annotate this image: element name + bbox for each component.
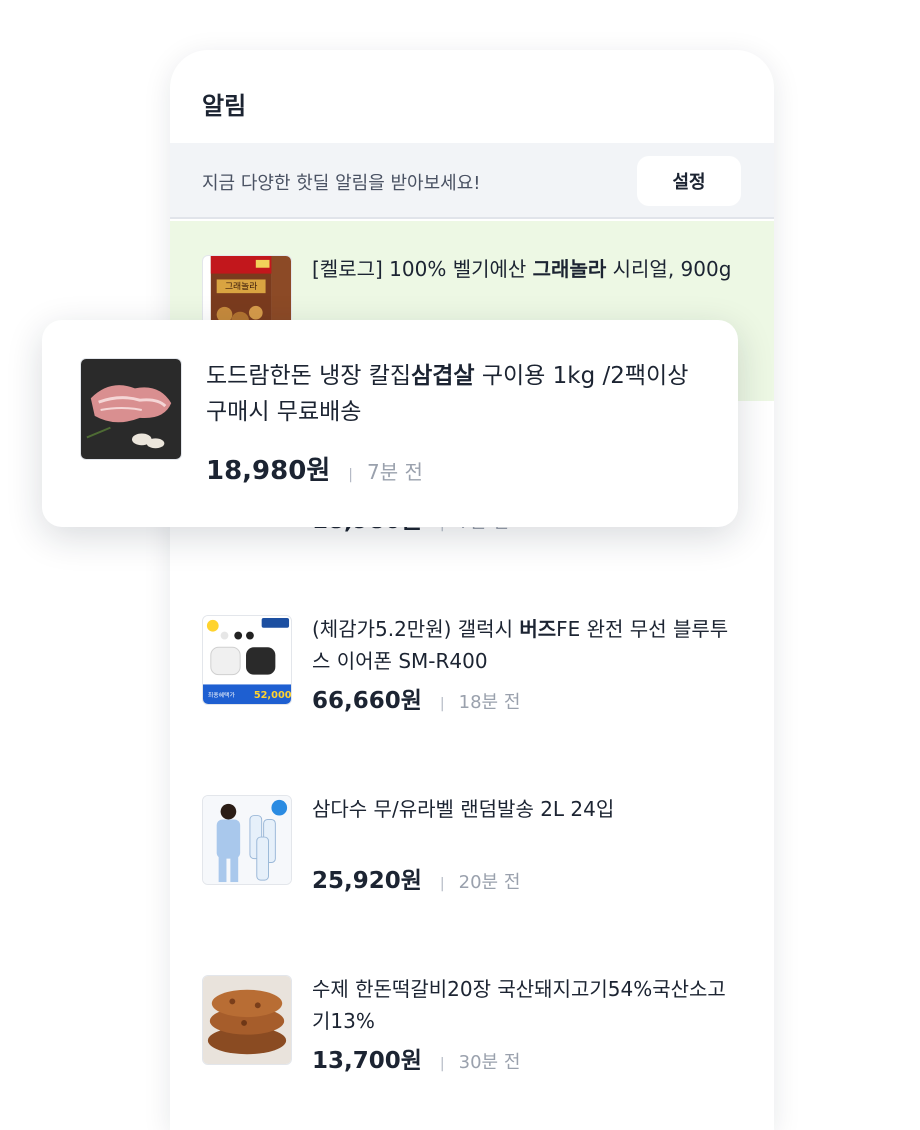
pork-belly-image (80, 358, 182, 460)
title-keyword: 삼겹살 (411, 363, 475, 389)
price: 25,920원 (312, 868, 422, 894)
price-row: 18,980원 | 7분 전 (206, 450, 423, 487)
notification-item-water[interactable]: 삼다수 무/유라벨 랜덤발송 2L 24입 25,920원 | 20분 전 (170, 761, 774, 941)
time-ago: 7분 전 (366, 460, 423, 484)
separator: | (439, 1056, 445, 1072)
separator: | (439, 696, 445, 712)
water-bottles-image (202, 795, 292, 885)
title-text: 시리얼, 900g (606, 257, 732, 281)
notification-screen: 알림 지금 다양한 핫딜 알림을 받아보세요! 설정 그래놀라 [켈로그] 10… (170, 50, 774, 1130)
title-keyword: 버즈 (519, 617, 557, 641)
price: 66,660원 (312, 688, 422, 714)
notification-title: (체감가5.2만원) 갤럭시 버즈FE 완전 무선 블루투스 이어폰 SM-R4… (312, 613, 742, 677)
time-ago: 18분 전 (458, 692, 521, 713)
separator: | (348, 467, 353, 483)
earbuds-image: 최종혜택가 52,000 (202, 615, 292, 705)
notification-title: 수제 한돈떡갈비20장 국산돼지고기54%국산소고기13% (312, 973, 742, 1037)
price-row: 25,920원 | 20분 전 (312, 861, 520, 895)
banner-text: 지금 다양한 핫딜 알림을 받아보세요! (202, 173, 481, 194)
title-text: 삼다수 무/유라벨 랜덤발송 2L 24입 (312, 797, 615, 821)
settings-button[interactable]: 설정 (637, 156, 741, 206)
price-row: 66,660원 | 18분 전 (312, 681, 520, 715)
box-text: 그래놀라 (225, 281, 257, 292)
notification-item-earbuds[interactable]: 최종혜택가 52,000 (체감가5.2만원) 갤럭시 버즈FE 완전 무선 블… (170, 581, 774, 761)
time-ago: 30분 전 (458, 1052, 521, 1073)
alert-promo-banner: 지금 다양한 핫딜 알림을 받아보세요! 설정 (170, 143, 774, 219)
tteokgalbi-image (202, 975, 292, 1065)
promo-label: 최종혜택가 (208, 691, 236, 699)
push-notification-card[interactable]: 도드람한돈 냉장 칼집삼겹살 구이용 1kg /2팩이상 구매시 무료배송 18… (42, 320, 738, 527)
title-text: (체감가5.2만원) 갤럭시 (312, 617, 520, 641)
notification-title: [켈로그] 100% 벨기에산 그래놀라 시리얼, 900g (312, 253, 742, 285)
price: 18,980원 (206, 456, 331, 486)
notification-title: 삼다수 무/유라벨 랜덤발송 2L 24입 (312, 793, 742, 825)
title-text: 도드람한돈 냉장 칼집 (206, 363, 412, 389)
title-keyword: 그래놀라 (532, 257, 607, 281)
title-text: 수제 한돈떡갈비20장 국산돼지고기54%국산소고기13% (312, 977, 726, 1033)
separator: | (439, 876, 445, 892)
price: 13,700원 (312, 1048, 422, 1074)
promo-text: 52,000 (254, 690, 291, 701)
time-ago: 20분 전 (458, 872, 521, 893)
notification-title: 도드람한돈 냉장 칼집삼겹살 구이용 1kg /2팩이상 구매시 무료배송 (206, 358, 706, 430)
price-row: 13,700원 | 30분 전 (312, 1041, 520, 1075)
notification-item-tteokgalbi[interactable]: 수제 한돈떡갈비20장 국산돼지고기54%국산소고기13% 13,700원 | … (170, 941, 774, 1121)
title-text: [켈로그] 100% 벨기에산 (312, 257, 533, 281)
page-title: 알림 (202, 92, 247, 120)
